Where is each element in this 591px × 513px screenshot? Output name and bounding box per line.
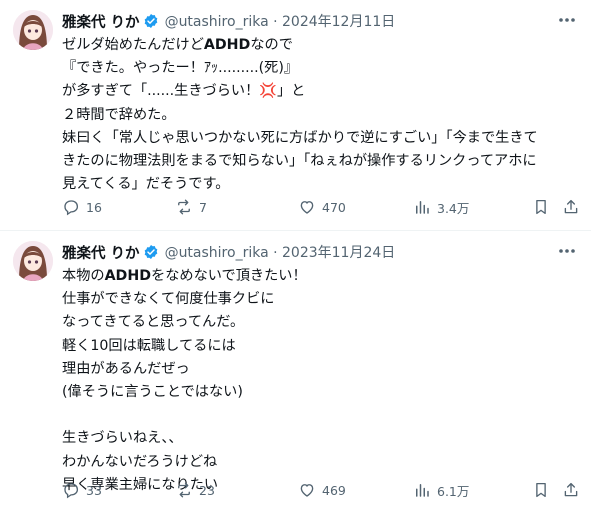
- tweet-header: 雅楽代 りか @utashiro_rika · 2023年11月24日: [62, 242, 395, 262]
- author-name[interactable]: 雅楽代 りか: [62, 242, 140, 263]
- bookmark-icon[interactable]: [532, 481, 550, 499]
- more-options-icon[interactable]: [557, 12, 577, 28]
- verified-badge-icon: [143, 13, 159, 29]
- tweet[interactable]: 雅楽代 りか @utashiro_rika · 2023年11月24日 本物のA…: [0, 230, 591, 513]
- action-bar: 16 7 470 3.4万: [62, 196, 582, 218]
- handle-and-date[interactable]: @utashiro_rika · 2023年11月24日: [165, 242, 396, 262]
- more-options-icon[interactable]: [557, 243, 577, 259]
- tweet-line: わかんないだろうけどね: [62, 453, 218, 470]
- heart-icon: [300, 201, 314, 214]
- reply-icon: [64, 200, 79, 216]
- tweet-line: 仕事ができなくて何度仕事クビに: [62, 291, 275, 308]
- like-count: 470: [322, 199, 346, 215]
- reply-button[interactable]: 16: [62, 196, 102, 218]
- tweet-line: (偉そうに言うことではない): [62, 383, 243, 400]
- reply-icon: [64, 483, 79, 499]
- retweet-icon: [178, 199, 190, 215]
- bookmark-icon[interactable]: [532, 198, 550, 216]
- tweet-line: 見えてくる」だそうです。: [62, 176, 230, 193]
- view-count: 3.4万: [437, 200, 470, 216]
- tweet-header: 雅楽代 りか @utashiro_rika · 2024年12月11日: [62, 11, 395, 31]
- tweet-line: 生きづらいねえ、、: [62, 430, 183, 447]
- heart-icon: [300, 484, 314, 497]
- tweet-line: ２時間で辞めた。: [62, 106, 176, 123]
- views-chart-icon: [416, 484, 429, 497]
- tweet-text: 本物のADHDをなめないで頂きたい！ 仕事ができなくて何度仕事クビに なってきて…: [62, 265, 582, 497]
- tweet-text: ゼルダ始めたんだけどADHDなので 『できた。やったー！ｱｯ.........(…: [62, 34, 582, 196]
- verified-badge-icon: [143, 244, 159, 260]
- tweet-line: 理由があるんだぜっ: [62, 360, 190, 377]
- reply-count: 16: [86, 199, 102, 215]
- avatar[interactable]: [13, 241, 53, 281]
- tweet-line: 軽く10回は転職してるには: [62, 337, 236, 354]
- tweet[interactable]: 雅楽代 りか @utashiro_rika · 2024年12月11日 ゼルダ始…: [0, 0, 591, 230]
- retweet-count: 23: [199, 482, 215, 498]
- avatar[interactable]: [13, 10, 53, 50]
- retweet-count: 7: [199, 199, 207, 215]
- action-bar: 33 23 469 6.1万: [62, 479, 582, 501]
- tweet-line: 『できた。やったー！ｱｯ.........(死)』: [62, 60, 299, 77]
- retweet-button[interactable]: 7: [175, 196, 207, 218]
- like-button[interactable]: 469: [298, 479, 346, 501]
- tweet-line: が多すぎて「......生きづらい！💢」と: [62, 83, 306, 100]
- author-name[interactable]: 雅楽代 りか: [62, 11, 140, 32]
- tweet-line: [62, 404, 582, 427]
- tweet-line: 本物のADHDをなめないで頂きたい！: [62, 268, 307, 284]
- share-icon[interactable]: [562, 198, 580, 216]
- retweet-icon: [178, 482, 190, 498]
- view-count: 6.1万: [437, 483, 470, 499]
- share-icon[interactable]: [562, 481, 580, 499]
- views-button[interactable]: 3.4万: [413, 196, 469, 218]
- tweet-line: ゼルダ始めたんだけどADHDなので: [62, 37, 293, 53]
- tweet-line: なってきてると思ってんだ。: [62, 314, 245, 331]
- handle-and-date[interactable]: @utashiro_rika · 2024年12月11日: [165, 11, 396, 31]
- views-chart-icon: [416, 201, 429, 214]
- reply-count: 33: [86, 482, 102, 498]
- tweet-line: きたのに物理法則をまるで知らない」「ねぇねが操作するリンクってアホに: [62, 152, 537, 169]
- tweet-line: 妹曰く「常人じゃ思いつかない死に方ばかりで逆にすごい」「今まで生きて: [62, 129, 538, 146]
- retweet-button[interactable]: 23: [175, 479, 215, 501]
- like-count: 469: [322, 482, 346, 498]
- views-button[interactable]: 6.1万: [413, 479, 469, 501]
- like-button[interactable]: 470: [298, 196, 346, 218]
- reply-button[interactable]: 33: [62, 479, 102, 501]
